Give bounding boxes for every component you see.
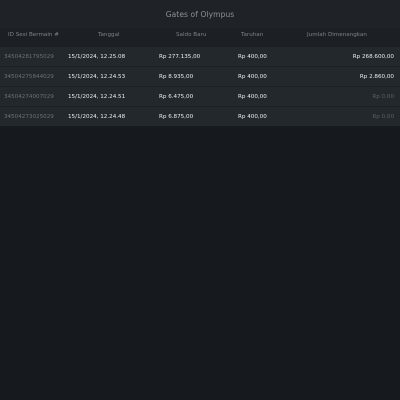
header-date[interactable]: Tanggal bbox=[98, 28, 120, 46]
win-cell: Rp 0,00 bbox=[372, 114, 394, 120]
table-row[interactable]: 34504281795029 15/1/2024, 12.25.08 Rp 27… bbox=[0, 46, 400, 66]
title-bar: Gates of Olympus bbox=[0, 0, 400, 28]
header-bet[interactable]: Taruhan bbox=[241, 28, 263, 46]
balance-cell: Rp 6.875,00 bbox=[159, 114, 194, 120]
session-id-cell[interactable]: 34504281795029 bbox=[4, 47, 54, 67]
header-session-id[interactable]: ID Sesi Bermain # bbox=[8, 28, 59, 46]
win-cell: Rp 0,00 bbox=[372, 94, 394, 100]
session-id-cell[interactable]: 34504275844029 bbox=[4, 67, 54, 87]
date-cell: 15/1/2024, 12.25.08 bbox=[68, 54, 126, 60]
table-row[interactable]: 34504274007029 15/1/2024, 12.24.51 Rp 6.… bbox=[0, 86, 400, 106]
game-history-window: Gates of Olympus ID Sesi Bermain # Tangg… bbox=[0, 0, 400, 400]
table-header: ID Sesi Bermain # Tanggal Saldo Baru Tar… bbox=[0, 28, 400, 46]
game-title: Gates of Olympus bbox=[165, 9, 235, 19]
date-cell: 15/1/2024, 12.24.53 bbox=[68, 74, 126, 80]
balance-cell: Rp 8.935,00 bbox=[159, 74, 194, 80]
table-row[interactable]: 34504273025029 15/1/2024, 12.24.48 Rp 6.… bbox=[0, 106, 400, 126]
bet-cell: Rp 400,00 bbox=[238, 94, 267, 100]
win-cell: Rp 268.600,00 bbox=[352, 54, 394, 60]
bet-cell: Rp 400,00 bbox=[238, 54, 267, 60]
history-table: ID Sesi Bermain # Tanggal Saldo Baru Tar… bbox=[0, 28, 400, 126]
header-win[interactable]: Jumlah Dimenangkan bbox=[307, 28, 367, 46]
bet-cell: Rp 400,00 bbox=[238, 74, 267, 80]
date-cell: 15/1/2024, 12.24.48 bbox=[68, 114, 126, 120]
session-id-cell[interactable]: 34504273025029 bbox=[4, 107, 54, 127]
header-balance[interactable]: Saldo Baru bbox=[176, 28, 206, 46]
bet-cell: Rp 400,00 bbox=[238, 114, 267, 120]
date-cell: 15/1/2024, 12.24.51 bbox=[68, 94, 126, 100]
balance-cell: Rp 277.135,00 bbox=[159, 54, 201, 60]
win-cell: Rp 2.860,00 bbox=[359, 74, 394, 80]
table-row[interactable]: 34504275844029 15/1/2024, 12.24.53 Rp 8.… bbox=[0, 66, 400, 86]
session-id-cell[interactable]: 34504274007029 bbox=[4, 87, 54, 107]
balance-cell: Rp 6.475,00 bbox=[159, 94, 194, 100]
